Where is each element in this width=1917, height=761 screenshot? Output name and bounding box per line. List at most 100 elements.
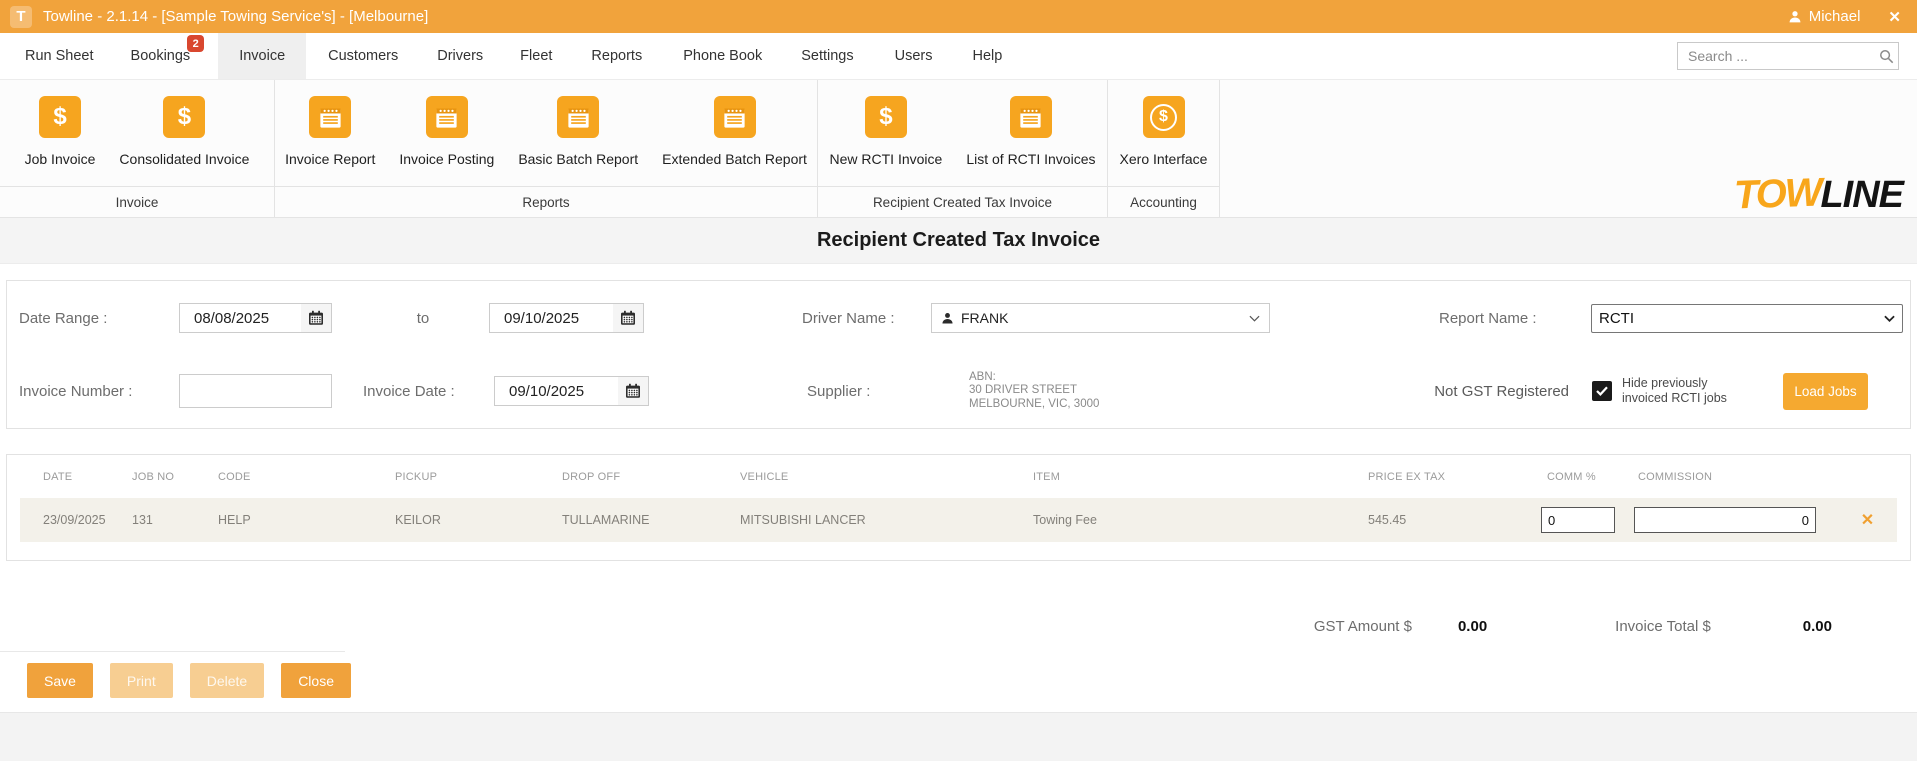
cell-price-ex-tax: 545.45	[1368, 513, 1547, 527]
report-name-select[interactable]: RCTI	[1591, 304, 1903, 333]
print-button: Print	[110, 663, 173, 698]
calendar-icon[interactable]	[618, 377, 648, 405]
dollar-icon: $	[163, 96, 205, 138]
towline-app-window: T Towline - 2.1.14 - [Sample Towing Serv…	[0, 0, 1917, 761]
hide-invoiced-checkbox[interactable]	[1592, 381, 1612, 401]
invoice-date-field	[494, 376, 649, 406]
ribbon-toolbar: $ Job Invoice $ Consolidated Invoice Inv…	[0, 80, 1917, 218]
search-input[interactable]	[1678, 48, 1879, 64]
tab-phone-book[interactable]: Phone Book	[683, 33, 762, 79]
col-header-commission: COMMISSION	[1638, 471, 1838, 483]
towline-brand-logo: TOWLINE	[1734, 172, 1903, 217]
ribbon-group-label: Recipient Created Tax Invoice	[818, 186, 1107, 217]
main-nav: Run Sheet Bookings 2 Invoice Customers D…	[0, 33, 1917, 80]
driver-name-value: FRANK	[961, 310, 1249, 326]
supplier-label: Supplier :	[807, 383, 912, 400]
dollar-icon: $	[39, 96, 81, 138]
cell-date: 23/09/2025	[43, 513, 132, 527]
title-bar: T Towline - 2.1.14 - [Sample Towing Serv…	[0, 0, 1917, 33]
col-header-price-ex-tax: PRICE EX TAX	[1368, 471, 1547, 483]
cell-item: Towing Fee	[1033, 513, 1368, 527]
xero-interface-button[interactable]: $ Xero Interface	[1108, 96, 1220, 167]
chevron-down-icon	[1884, 309, 1895, 327]
app-logo-letter: T	[16, 8, 25, 25]
tab-settings[interactable]: Settings	[801, 33, 853, 79]
tab-reports[interactable]: Reports	[591, 33, 642, 79]
table-row: 23/09/2025 131 HELP KEILOR TULLAMARINE M…	[20, 498, 1897, 542]
col-header-date: DATE	[43, 471, 132, 483]
gst-amount-value: 0.00	[1458, 618, 1487, 635]
gst-amount-label: GST Amount $	[1314, 618, 1412, 635]
action-buttons: Save Print Delete Close	[27, 663, 1917, 698]
driver-name-select[interactable]: FRANK	[931, 303, 1270, 333]
tab-bookings[interactable]: Bookings 2	[131, 33, 191, 79]
tab-customers[interactable]: Customers	[328, 33, 398, 79]
user-menu[interactable]: Michael	[1788, 8, 1861, 25]
col-header-comm-pct: COMM %	[1547, 471, 1638, 483]
col-header-vehicle: VEHICLE	[740, 471, 1033, 483]
bookings-badge: 2	[187, 35, 204, 52]
tab-users[interactable]: Users	[895, 33, 933, 79]
new-rcti-invoice-button[interactable]: $ New RCTI Invoice	[818, 96, 955, 167]
tab-run-sheet[interactable]: Run Sheet	[25, 33, 94, 79]
date-from-input[interactable]	[180, 310, 301, 327]
col-header-job-no: JOB NO	[132, 471, 218, 483]
tab-drivers[interactable]: Drivers	[437, 33, 483, 79]
tab-fleet[interactable]: Fleet	[520, 33, 552, 79]
ribbon-group-accounting: $ Xero Interface Accounting	[1108, 80, 1220, 217]
driver-name-label: Driver Name :	[802, 310, 907, 327]
ribbon-group-rcti: $ New RCTI Invoice List of RCTI Invoices…	[818, 80, 1108, 217]
ribbon-group-label: Reports	[275, 186, 817, 217]
comm-pct-input[interactable]	[1541, 507, 1615, 533]
list-of-rcti-invoices-button[interactable]: List of RCTI Invoices	[954, 96, 1107, 167]
col-header-item: ITEM	[1033, 471, 1368, 483]
invoice-report-button[interactable]: Invoice Report	[273, 96, 387, 167]
invoice-total-label: Invoice Total $	[1615, 618, 1711, 635]
calendar-icon[interactable]	[301, 304, 331, 332]
delete-button: Delete	[190, 663, 264, 698]
user-icon	[1788, 10, 1802, 24]
ribbon-group-reports: Invoice Report Invoice Posting Basic Bat…	[275, 80, 818, 217]
extended-batch-report-button[interactable]: Extended Batch Report	[650, 96, 819, 167]
consolidated-invoice-button[interactable]: $ Consolidated Invoice	[107, 96, 261, 167]
notepad-icon	[426, 96, 468, 138]
ribbon-group-invoice: $ Job Invoice $ Consolidated Invoice Inv…	[0, 80, 275, 217]
col-header-drop-off: DROP OFF	[562, 471, 740, 483]
save-button[interactable]: Save	[27, 663, 93, 698]
load-jobs-button[interactable]: Load Jobs	[1783, 373, 1868, 410]
tab-invoice[interactable]: Invoice	[218, 33, 306, 79]
dollar-icon: $	[865, 96, 907, 138]
report-name-value: RCTI	[1599, 310, 1884, 327]
cell-pickup: KEILOR	[395, 513, 562, 527]
not-gst-registered-label: Not GST Registered	[1434, 383, 1569, 400]
invoice-posting-button[interactable]: Invoice Posting	[387, 96, 506, 167]
job-invoice-button[interactable]: $ Job Invoice	[13, 96, 108, 167]
driver-icon	[941, 312, 954, 325]
supplier-street-line: 30 DRIVER STREET	[969, 384, 1099, 398]
date-to-input[interactable]	[490, 310, 613, 327]
basic-batch-report-button[interactable]: Basic Batch Report	[506, 96, 650, 167]
rcti-form-panel: Date Range : to Driver Name : FRANK Re	[6, 280, 1911, 429]
user-name: Michael	[1809, 8, 1861, 25]
window-title: Towline - 2.1.14 - [Sample Towing Servic…	[43, 8, 428, 25]
form-row-1: Date Range : to Driver Name : FRANK Re	[7, 282, 1910, 355]
invoice-date-input[interactable]	[495, 383, 618, 400]
supplier-abn-line: ABN:	[969, 371, 1099, 385]
hide-invoiced-label: Hide previously invoiced RCTI jobs	[1622, 376, 1750, 406]
close-button[interactable]: Close	[281, 663, 351, 698]
cell-drop-off: TULLAMARINE	[562, 513, 740, 527]
invoice-number-field	[179, 374, 332, 408]
date-to-field	[489, 303, 644, 333]
calendar-icon[interactable]	[613, 304, 643, 332]
cell-job-no: 131	[132, 513, 218, 527]
invoice-total-value: 0.00	[1803, 618, 1832, 635]
jobs-table-panel: DATE JOB NO CODE PICKUP DROP OFF VEHICLE…	[6, 454, 1911, 561]
row-delete-icon[interactable]: ✕	[1861, 510, 1874, 530]
invoice-number-input[interactable]	[180, 375, 331, 407]
close-window-icon[interactable]: ✕	[1888, 8, 1901, 26]
commission-input[interactable]	[1634, 507, 1816, 533]
search-icon[interactable]	[1879, 49, 1894, 64]
check-icon	[1596, 386, 1608, 396]
chevron-down-icon	[1249, 309, 1260, 327]
tab-help[interactable]: Help	[973, 33, 1003, 79]
